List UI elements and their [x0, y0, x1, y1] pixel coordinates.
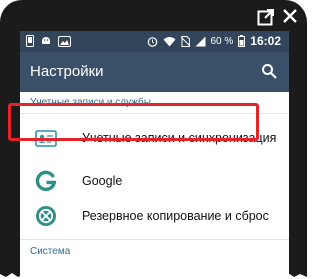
app-bar: Настройки — [20, 52, 289, 92]
highlight-box — [8, 103, 259, 141]
battery-percent: 60 % — [210, 35, 234, 47]
settings-item-label: Резервное копирование и сброс — [82, 209, 269, 223]
image-icon — [58, 35, 71, 47]
phone-frame: 60 % 16:02 Настройки Учетные записи и сл… — [0, 0, 307, 279]
signal-icon — [195, 36, 205, 46]
google-icon — [35, 170, 57, 192]
search-icon[interactable] — [261, 63, 277, 79]
battery-icon — [238, 35, 246, 47]
settings-item-backup-reset[interactable]: Резервное копирование и сброс — [20, 197, 289, 235]
section-header-system: Система — [30, 246, 71, 257]
status-bar: 60 % 16:02 — [20, 31, 289, 52]
divider — [20, 239, 289, 240]
settings-item-label: Google — [82, 174, 123, 188]
phone-screen: 60 % 16:02 Настройки Учетные записи и сл… — [20, 31, 289, 279]
torn-edge — [0, 273, 307, 279]
backup-icon — [36, 206, 56, 226]
settings-item-google[interactable]: Google — [20, 162, 289, 200]
close-icon[interactable] — [282, 8, 298, 24]
open-external-icon[interactable] — [257, 8, 275, 26]
page-title: Настройки — [30, 63, 104, 80]
android-debug-icon — [42, 37, 50, 44]
no-sim-icon — [180, 35, 190, 47]
wifi-icon — [163, 36, 175, 46]
alarm-icon — [147, 36, 157, 47]
clock: 16:02 — [250, 34, 281, 48]
phone-icon — [26, 35, 34, 47]
